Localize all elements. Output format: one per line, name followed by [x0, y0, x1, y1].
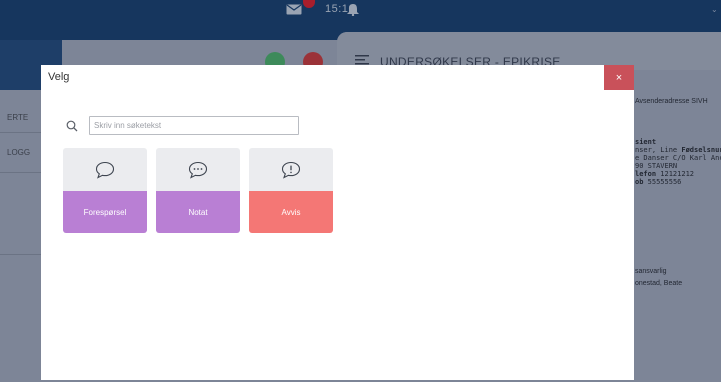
- select-dialog: Velg × Forespørsel Notat Avvis: [41, 65, 634, 380]
- patient-line: lefon 12121212: [635, 170, 695, 178]
- patient-heading: sient: [635, 138, 657, 146]
- notification-badge: [303, 0, 315, 8]
- sender-address-label: Avsenderadresse SIVH: [635, 98, 708, 105]
- close-button[interactable]: ×: [604, 65, 634, 90]
- patient-line: e Danser C/O Karl Anc: [635, 154, 721, 162]
- bell-icon[interactable]: [346, 4, 360, 16]
- patient-line: ob 55555556: [635, 178, 682, 186]
- chat-exclamation-icon: [281, 161, 301, 179]
- close-icon: ×: [615, 71, 623, 84]
- card-foresporsel[interactable]: Forespørsel: [63, 148, 147, 233]
- search-icon: [66, 120, 78, 132]
- card-icon-area: [156, 148, 240, 191]
- sidebar-item-label[interactable]: LOGG: [7, 148, 30, 157]
- card-notat[interactable]: Notat: [156, 148, 240, 233]
- mail-icon[interactable]: [286, 4, 302, 15]
- card-icon-area: [249, 148, 333, 191]
- responsible-name: onestad, Beate: [635, 280, 683, 287]
- chat-dots-icon: [188, 161, 208, 179]
- search-input[interactable]: [89, 116, 299, 135]
- divider: [0, 254, 42, 255]
- chevron-down-icon[interactable]: ⌄: [711, 5, 718, 14]
- divider: [0, 132, 42, 133]
- card-label: Forespørsel: [63, 191, 147, 233]
- card-icon-area: [63, 148, 147, 191]
- divider: [0, 172, 42, 173]
- dialog-title: Velg: [48, 71, 70, 83]
- responsible-label: sansvarlig: [635, 268, 667, 275]
- card-label: Avvis: [249, 191, 333, 233]
- card-label: Notat: [156, 191, 240, 233]
- patient-line: 90 STAVERN: [635, 162, 678, 170]
- hamburger-menu-icon[interactable]: [355, 55, 369, 65]
- card-avvis[interactable]: Avvis: [249, 148, 333, 233]
- patient-line: nser, Line Fødselsnur: [635, 146, 721, 154]
- chat-bubble-icon: [95, 161, 115, 179]
- sidebar-item-label[interactable]: ERTE: [7, 113, 28, 122]
